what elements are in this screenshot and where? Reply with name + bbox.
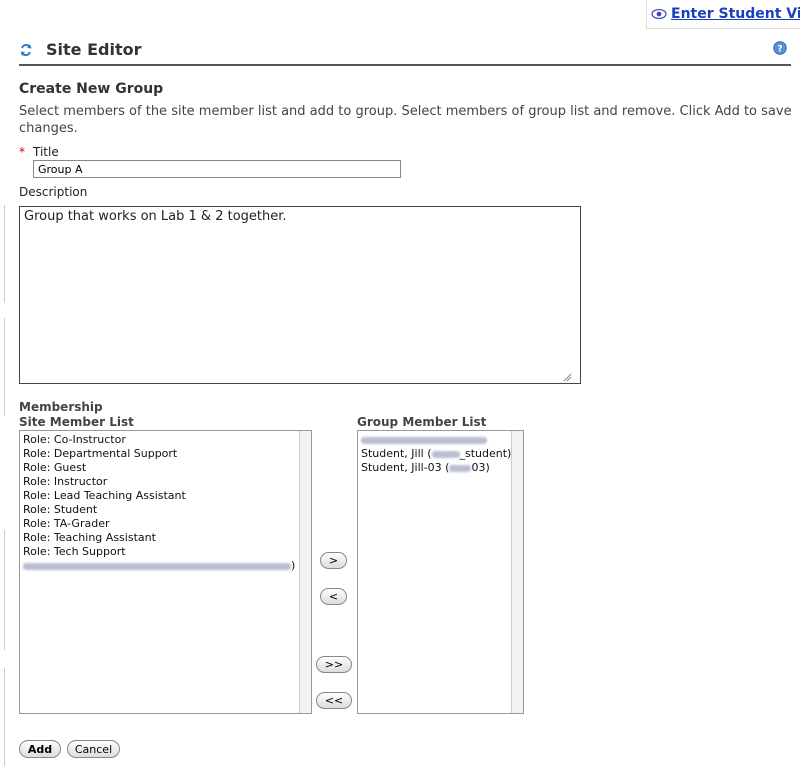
description-label: Description (19, 185, 88, 199)
group-member-prefix: Student, Jill ( (361, 447, 432, 460)
edge-line (4, 205, 5, 303)
site-member-item[interactable]: Role: TA-Grader (23, 517, 296, 531)
edge-line (4, 668, 5, 766)
site-member-item[interactable]: Role: Guest (23, 461, 296, 475)
refresh-icon[interactable] (19, 42, 33, 62)
resize-grip-icon[interactable] (562, 371, 572, 386)
help-icon[interactable]: ? (773, 41, 787, 59)
required-marker: * (19, 145, 25, 159)
membership-label: Membership (19, 400, 103, 414)
group-member-item[interactable]: Student, Jill ( _student) (361, 447, 511, 461)
section-title: Create New Group (19, 81, 164, 97)
site-member-list[interactable]: Role: Co-Instructor Role: Departmental S… (19, 430, 312, 714)
group-member-prefix: Student, Jill-03 ( (361, 461, 450, 474)
group-member-item[interactable]: Student, Jill-03 ( 03) (361, 461, 508, 475)
scrollbar[interactable] (299, 431, 311, 713)
site-member-item[interactable]: Role: Instructor (23, 475, 296, 489)
site-member-item[interactable]: Role: Lead Teaching Assistant (23, 489, 296, 503)
title-input[interactable] (33, 160, 401, 178)
site-member-item[interactable]: Role: Co-Instructor (23, 433, 296, 447)
group-member-suffix: 03) (471, 461, 490, 474)
cancel-button[interactable]: Cancel (67, 740, 120, 758)
site-member-item[interactable]: Role: Teaching Assistant (23, 531, 296, 545)
site-member-list-label: Site Member List (19, 415, 134, 429)
instructions-text: Select members of the site member list a… (19, 104, 792, 136)
edge-line (4, 530, 5, 650)
redacted-text (23, 562, 291, 570)
add-button[interactable]: Add (19, 740, 61, 758)
site-member-item-redacted[interactable]: ) (23, 559, 296, 573)
redacted-suffix: ) (291, 559, 296, 572)
site-member-item[interactable]: Role: Student (23, 503, 296, 517)
group-member-list[interactable]: Student, Jill ( _student) Student, Jill-0… (357, 430, 524, 714)
enter-student-view-link[interactable]: Enter Student View (671, 6, 800, 22)
group-member-suffix: _student) (459, 447, 512, 460)
title-label: Title (33, 145, 59, 159)
site-member-item[interactable]: Role: Tech Support (23, 545, 296, 559)
edge-line (4, 318, 5, 416)
student-view-bar: Enter Student View (646, 0, 800, 29)
add-selected-button[interactable]: > (320, 552, 347, 569)
redacted-text (361, 436, 487, 444)
group-member-list-label: Group Member List (357, 415, 487, 429)
tool-header: Site Editor ? (19, 38, 791, 66)
remove-all-button[interactable]: << (316, 692, 352, 709)
eye-icon (651, 8, 667, 20)
svg-text:?: ? (777, 45, 782, 55)
redacted-text (431, 450, 460, 458)
redacted-text (449, 464, 472, 472)
add-all-button[interactable]: >> (316, 656, 352, 673)
scrollbar[interactable] (511, 431, 523, 713)
description-textarea[interactable]: Group that works on Lab 1 & 2 together. (19, 206, 581, 384)
page-title: Site Editor (46, 40, 142, 59)
remove-selected-button[interactable]: < (320, 588, 347, 605)
group-member-item-redacted[interactable] (361, 433, 508, 447)
site-member-item[interactable]: Role: Departmental Support (23, 447, 296, 461)
